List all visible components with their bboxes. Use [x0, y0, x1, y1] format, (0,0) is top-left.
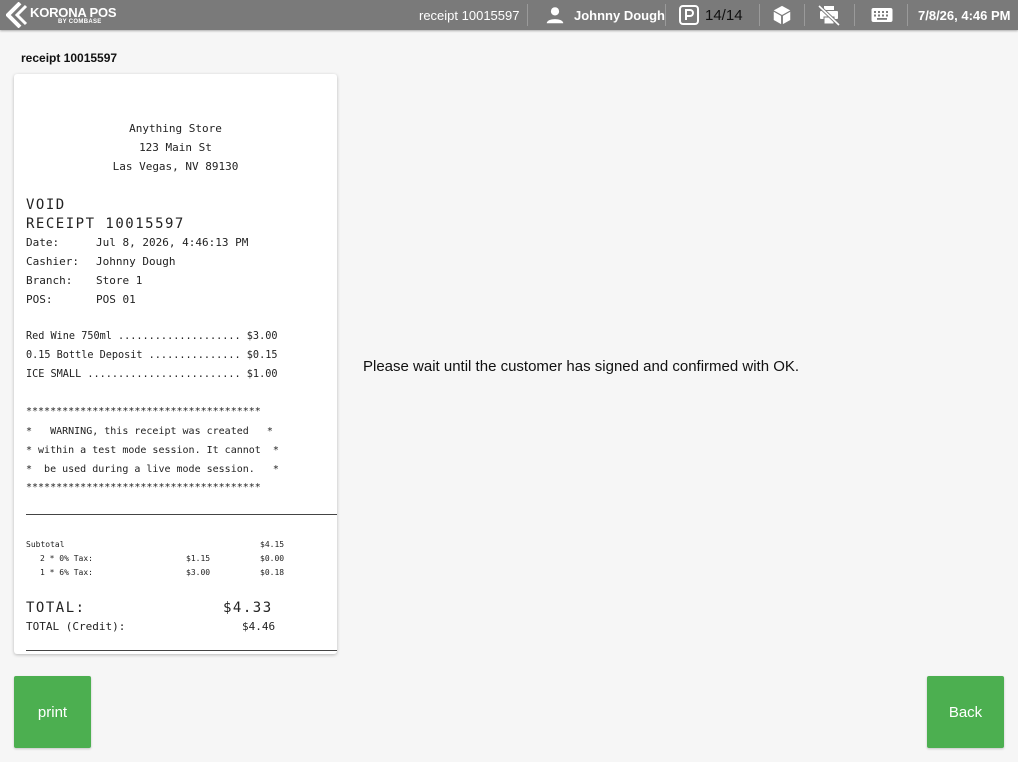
user-menu[interactable]: Johnny Dough: [544, 0, 665, 30]
keyboard-button[interactable]: [871, 0, 893, 30]
print-button[interactable]: print: [14, 676, 91, 748]
void-label: VOID: [26, 197, 66, 213]
tax-base: $3.00: [186, 568, 211, 577]
korona-logo-icon: [6, 2, 28, 28]
box-button[interactable]: [771, 0, 793, 30]
parked-receipts-button[interactable]: 14/14: [679, 0, 743, 30]
logo-subtext: BY COMBASE: [58, 19, 102, 25]
pos-label: POS:: [26, 293, 53, 306]
divider: [759, 4, 760, 26]
warning-border: ***************************************: [26, 482, 261, 493]
cashier-label: Cashier:: [26, 255, 79, 268]
line-item: 0.15 Bottle Deposit ............... $0.1…: [26, 350, 278, 361]
user-icon: [546, 7, 564, 24]
status-message: Please wait until the customer has signe…: [363, 358, 800, 375]
branch-label: Branch:: [26, 274, 73, 287]
tax-value: $0.00: [260, 554, 285, 563]
line-item: ICE SMALL ......................... $1.0…: [26, 369, 278, 380]
tax-label: 2 * 0% Tax:: [40, 554, 93, 563]
warning-text: * WARNING, this receipt was created *: [26, 426, 273, 437]
divider: [527, 4, 528, 26]
tax-label: 1 * 6% Tax:: [40, 568, 93, 577]
store-address-line1: 123 Main St: [139, 141, 212, 154]
cashier-value: Johnny Dough: [96, 255, 176, 268]
printer-status-button[interactable]: [817, 0, 841, 30]
printer-off-icon: [817, 4, 841, 27]
branch-value: Store 1: [96, 274, 143, 287]
user-name: Johnny Dough: [574, 7, 665, 23]
warning-text: * within a test mode session. It cannot …: [26, 445, 279, 456]
subtotal-label: Subtotal: [26, 540, 65, 549]
warning-border: ***************************************: [26, 406, 261, 417]
store-name: Anything Store: [129, 122, 222, 135]
receipt-number: RECEIPT 10015597: [26, 216, 185, 232]
back-button[interactable]: Back: [927, 676, 1004, 748]
total-credit-label: TOTAL (Credit):: [26, 620, 126, 633]
divider: [804, 4, 805, 26]
total-value: $4.33: [223, 600, 273, 616]
divider: [907, 4, 908, 26]
tax-value: $0.18: [260, 568, 285, 577]
datetime: 7/8/26, 4:46 PM: [918, 7, 1011, 23]
divider: [26, 650, 337, 651]
divider: [26, 514, 337, 515]
logo-text: KORONA POS: [30, 5, 117, 20]
date-value: Jul 8, 2026, 4:46:13 PM: [96, 236, 249, 249]
box-icon: [773, 5, 791, 25]
date-label: Date:: [26, 236, 60, 249]
warning-text: * be used during a live mode session. *: [26, 464, 279, 475]
total-credit-value: $4.46: [242, 620, 276, 633]
line-item: Red Wine 750ml .................... $3.0…: [26, 331, 278, 342]
top-bar: KORONA POS BY COMBASE receipt 10015597 J…: [0, 0, 1018, 30]
total-label: TOTAL:: [26, 600, 86, 616]
receipt-preview: Anything Store 123 Main St Las Vegas, NV…: [14, 74, 337, 654]
page-title: receipt 10015597: [21, 51, 118, 65]
parking-icon: [679, 5, 699, 25]
receipt-label: receipt 10015597: [419, 7, 520, 23]
keyboard-icon: [871, 8, 893, 22]
divider: [665, 4, 666, 26]
pos-value: POS 01: [96, 293, 136, 306]
tax-base: $1.15: [186, 554, 211, 563]
korona-logo[interactable]: KORONA POS BY COMBASE: [6, 2, 117, 28]
subtotal-value: $4.15: [260, 540, 285, 549]
divider: [854, 4, 855, 26]
parked-count: 14/14: [705, 6, 743, 24]
store-address-line2: Las Vegas, NV 89130: [112, 160, 239, 173]
